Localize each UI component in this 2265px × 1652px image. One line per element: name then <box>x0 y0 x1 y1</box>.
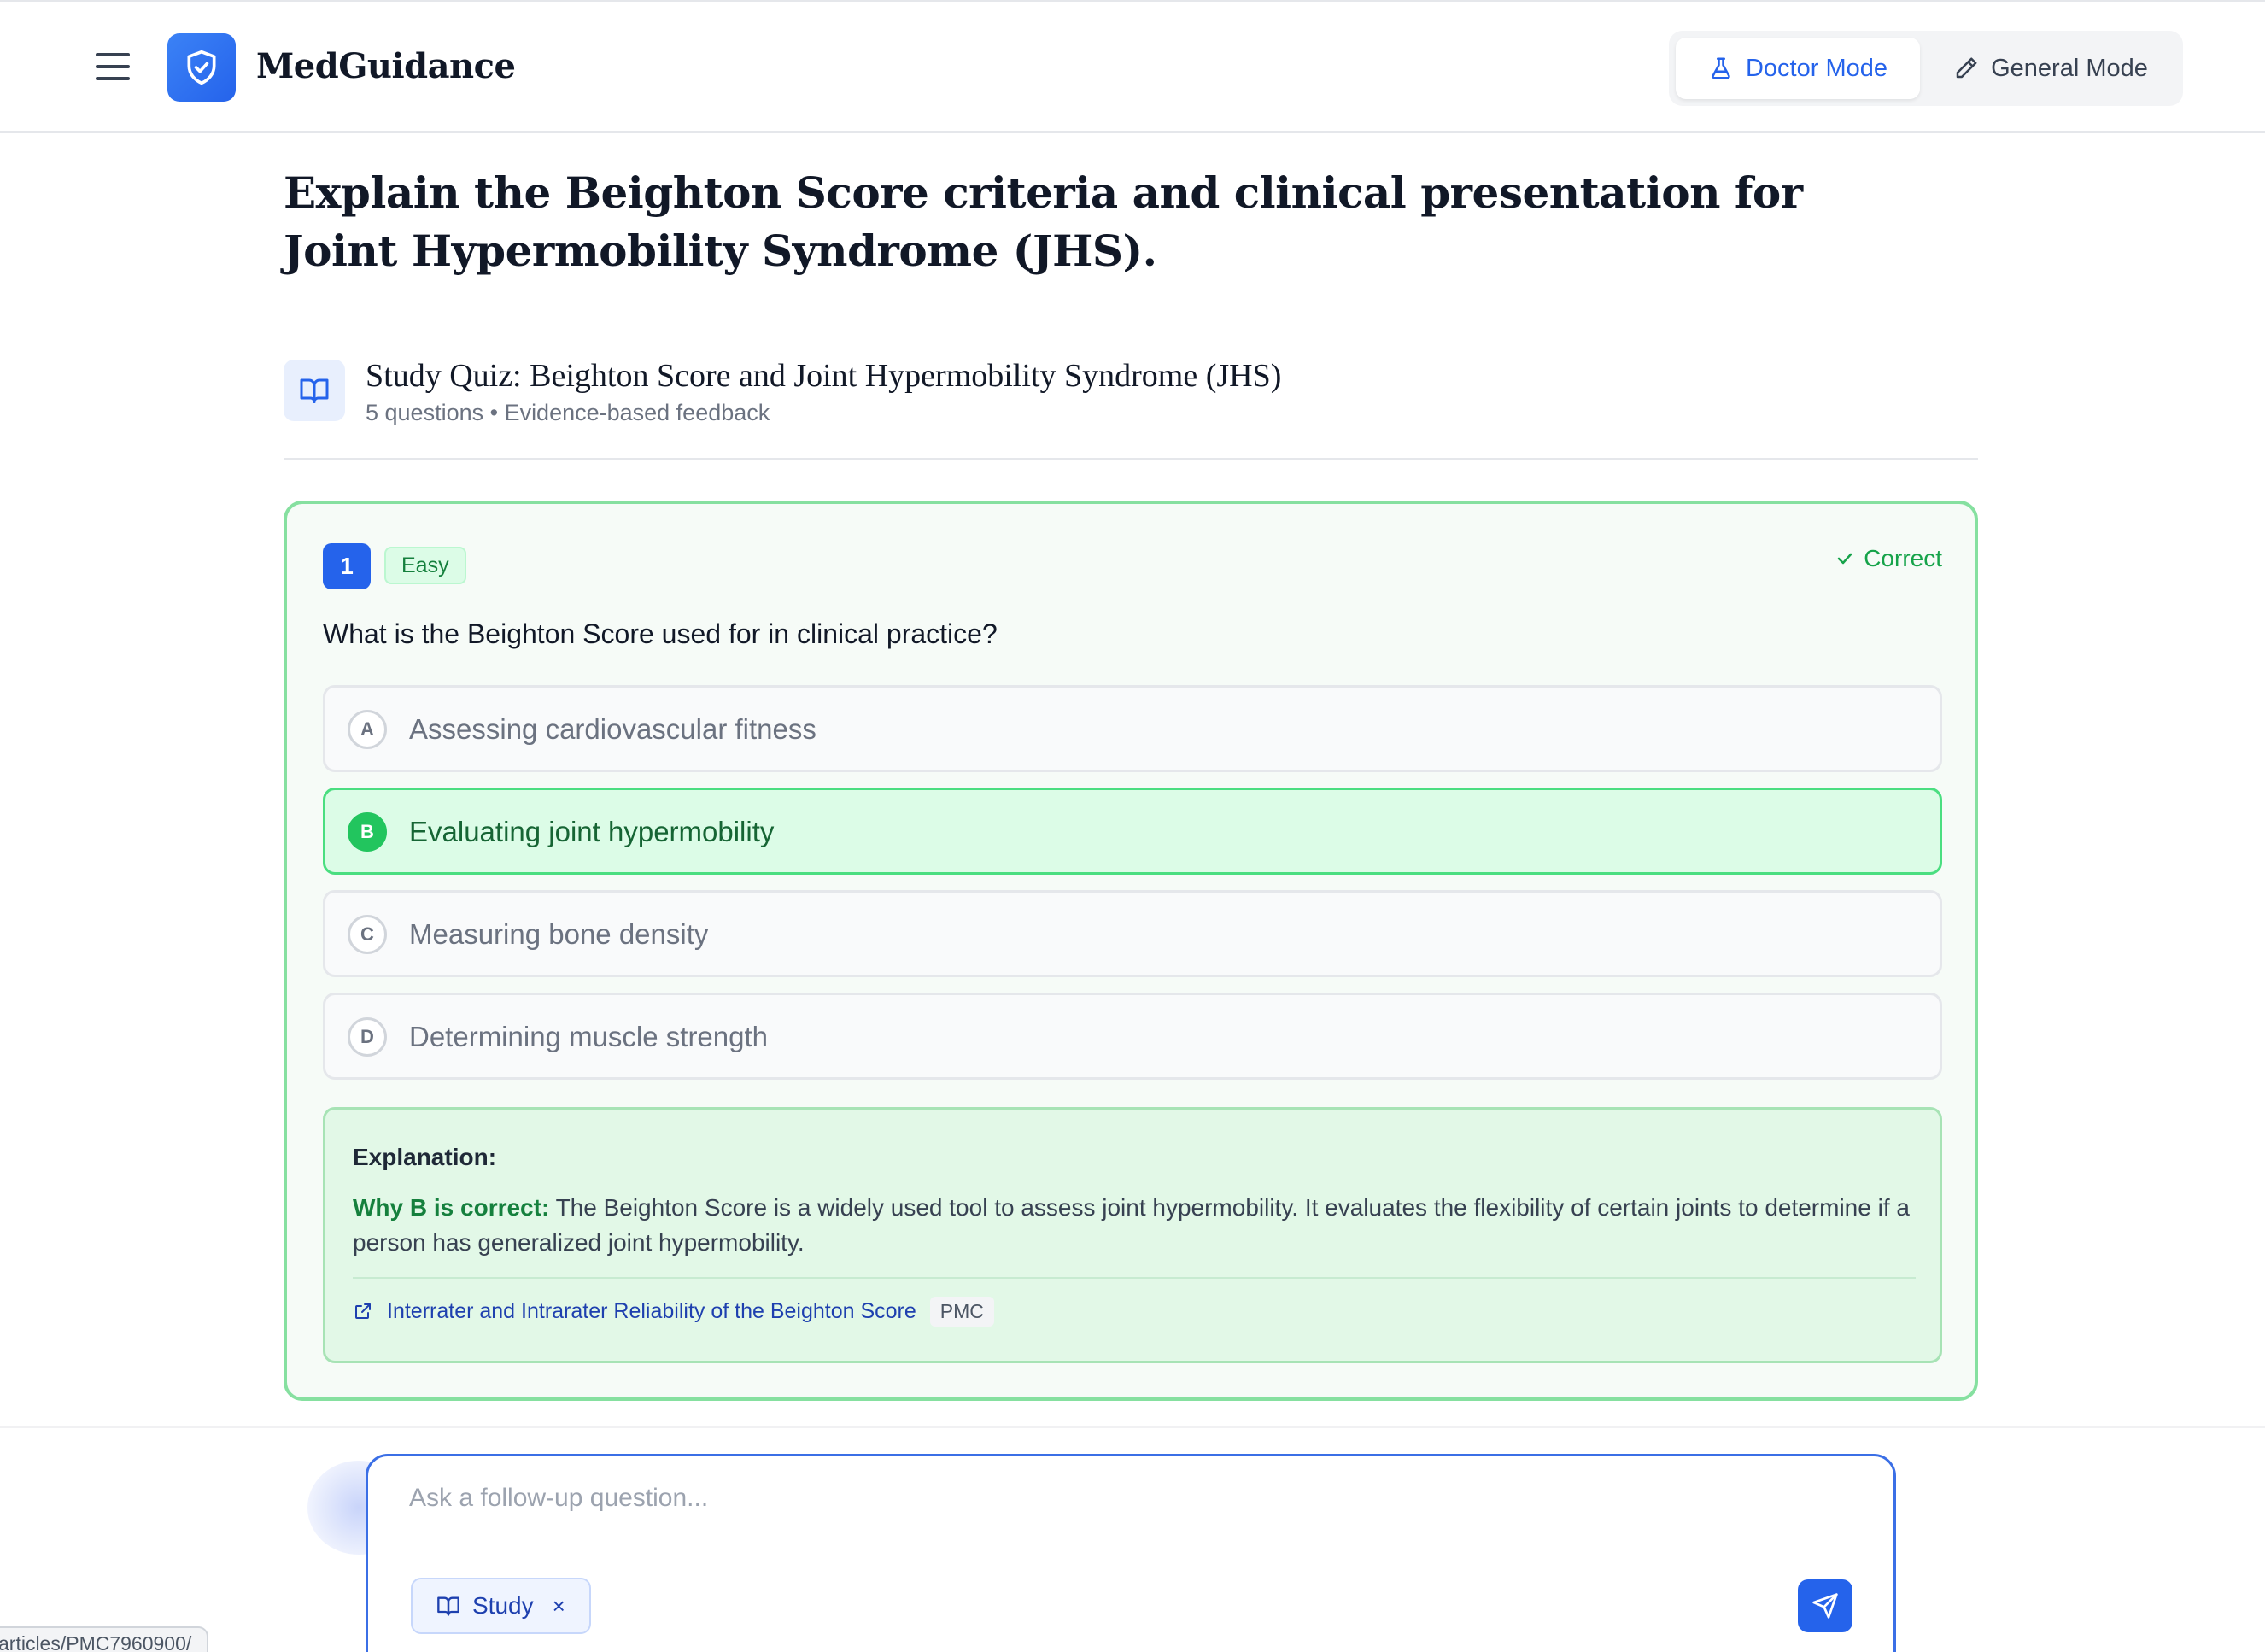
answer-option-b[interactable]: B Evaluating joint hypermobility <box>323 788 1942 875</box>
divider <box>0 1426 2265 1428</box>
brand-name: MedGuidance <box>256 46 516 86</box>
option-text: Assessing cardiovascular fitness <box>409 713 816 745</box>
external-link-icon <box>355 1303 371 1319</box>
status-bar-url: articles/PMC7960900/ <box>0 1626 209 1652</box>
source-tag: PMC <box>929 1296 994 1327</box>
source-link[interactable]: Interrater and Intrarater Reliability of… <box>387 1299 916 1324</box>
option-letter: D <box>348 1017 387 1057</box>
page: MedGuidance Doctor Mode General Mode Exp… <box>0 0 2265 1652</box>
doctor-mode-label: Doctor Mode <box>1745 54 1888 82</box>
quiz-title: Study Quiz: Beighton Score and Joint Hyp… <box>366 358 1282 394</box>
book-icon <box>284 360 345 421</box>
follow-up-composer: Study × <box>366 1454 1896 1652</box>
option-text: Determining muscle strength <box>409 1021 769 1052</box>
general-mode-label: General Mode <box>1991 54 2148 82</box>
question-number: 1 <box>323 543 371 589</box>
option-text: Measuring bone density <box>409 918 709 950</box>
shield-logo-icon <box>167 33 236 102</box>
question-card: 1 Easy Correct What is the Beighton Scor… <box>284 501 1978 1401</box>
answer-option-a[interactable]: A Assessing cardiovascular fitness <box>323 685 1942 772</box>
explanation-text: Why B is correct: The Beighton Score is … <box>353 1190 1916 1260</box>
source-citation: Interrater and Intrarater Reliability of… <box>353 1292 994 1330</box>
option-text: Evaluating joint hypermobility <box>409 816 775 847</box>
why-correct-label: Why B is correct: <box>353 1194 550 1221</box>
option-letter: A <box>348 710 387 749</box>
check-icon <box>1837 553 1852 565</box>
send-icon <box>1812 1593 1838 1619</box>
difficulty-badge: Easy <box>384 547 466 584</box>
app-header: MedGuidance Doctor Mode General Mode <box>0 0 2265 133</box>
pencil-icon <box>1956 57 1977 79</box>
option-letter: C <box>348 915 387 954</box>
study-chip-label: Study <box>472 1592 534 1619</box>
menu-icon[interactable] <box>96 53 130 80</box>
book-icon <box>437 1596 459 1616</box>
explanation-box: Explanation: Why B is correct: The Beigh… <box>323 1107 1942 1363</box>
explanation-body: The Beighton Score is a widely used tool… <box>353 1194 1910 1256</box>
explanation-label: Explanation: <box>353 1144 497 1170</box>
doctor-mode-button[interactable]: Doctor Mode <box>1676 38 1920 99</box>
page-title: Explain the Beighton Score criteria and … <box>284 167 1803 276</box>
quiz-subtitle: 5 questions • Evidence-based feedback <box>366 400 770 425</box>
close-icon[interactable]: × <box>553 1593 565 1620</box>
answer-option-d[interactable]: D Determining muscle strength <box>323 993 1942 1080</box>
answer-status: Correct <box>1835 545 1942 572</box>
mode-toggle: Doctor Mode General Mode <box>1669 31 2183 106</box>
status-label: Correct <box>1864 545 1942 571</box>
question-text: What is the Beighton Score used for in c… <box>323 618 998 649</box>
divider <box>353 1277 1916 1279</box>
answer-option-c[interactable]: C Measuring bone density <box>323 890 1942 977</box>
send-button[interactable] <box>1798 1579 1852 1632</box>
follow-up-input[interactable] <box>409 1479 1776 1518</box>
quiz-header: Study Quiz: Beighton Score and Joint Hyp… <box>284 357 1978 460</box>
flask-icon <box>1712 57 1730 79</box>
general-mode-button[interactable]: General Mode <box>1925 38 2176 99</box>
study-chip[interactable]: Study × <box>411 1578 591 1634</box>
option-letter: B <box>348 812 387 852</box>
